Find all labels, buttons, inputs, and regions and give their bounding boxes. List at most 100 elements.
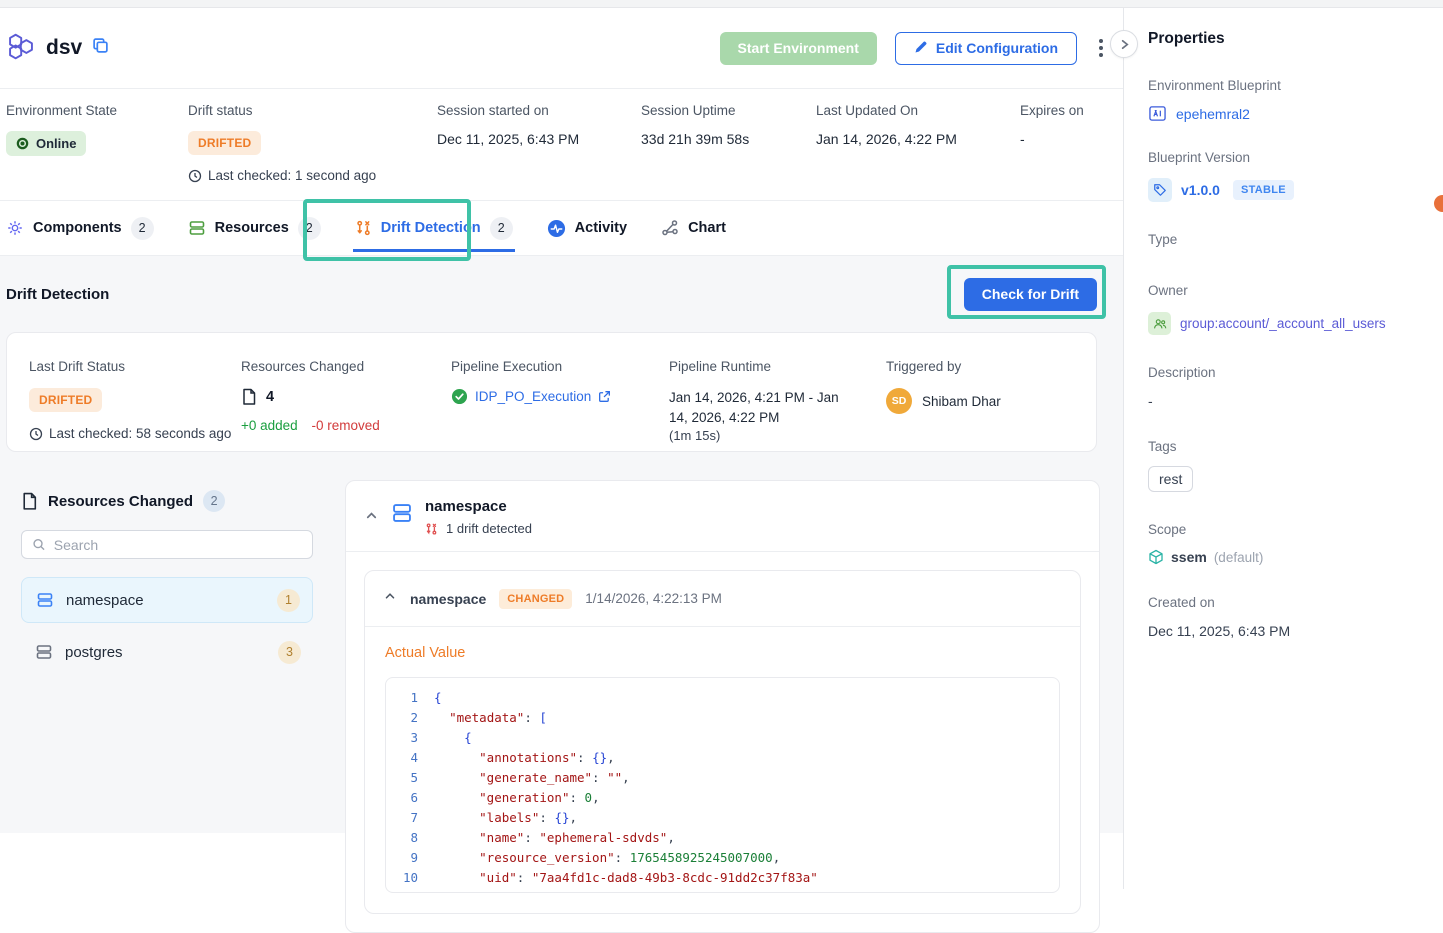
pipeline-runtime-duration: (1m 15s) [669,428,886,443]
pipeline-execution-link[interactable]: IDP_PO_Execution [475,389,591,404]
code-line: 8 "name": "ephemeral-sdvds", [386,828,1059,848]
blueprint-icon [1148,105,1167,122]
drift-event-name: namespace [410,591,486,607]
pipeline-runtime-label: Pipeline Runtime [669,359,886,374]
collapse-sidebar-button[interactable] [1110,30,1138,58]
blueprint-version-label: Blueprint Version [1148,150,1419,165]
description-label: Description [1148,365,1419,380]
more-options-menu-icon[interactable] [1095,35,1107,61]
list-item-postgres[interactable]: postgres 3 [21,629,313,675]
triggered-by-label: Triggered by [886,359,1001,374]
code-block[interactable]: 1{2 "metadata": [3 {4 "annotations": {},… [385,677,1060,893]
resources-removed: -0 removed [311,418,379,433]
chart-scatter-icon [661,219,679,237]
changed-badge: CHANGED [499,589,572,609]
tab-chart[interactable]: Chart [661,201,726,255]
drift-compare-icon [355,219,372,237]
environment-meta-row: Environment State Online Drift status DR… [0,89,1123,200]
online-status-badge: Online [6,131,86,156]
last-updated-label: Last Updated On [816,103,1020,118]
last-drift-status-label: Last Drift Status [29,359,241,374]
tab-activity[interactable]: Activity [547,201,627,255]
code-line: 4 "annotations": {}, [386,748,1059,768]
components-count-badge: 2 [131,217,154,240]
code-line: 9 "resource_version": 176545892524500700… [386,848,1059,868]
resources-changed-panel-badge: 2 [203,490,225,512]
code-lines: 1{2 "metadata": [3 {4 "annotations": {},… [386,688,1059,888]
resources-count-badge: 2 [298,217,321,240]
resource-detail-panel: namespace 1 drift detected [345,480,1100,933]
pencil-icon [914,40,928,57]
main-panel: dsv Start Environment Edit Con [0,0,1124,889]
environment-blueprint-label: Environment Blueprint [1148,78,1419,93]
owner-link[interactable]: group:account/_account_all_users [1180,316,1386,331]
avatar: SD [886,388,912,414]
search-input-wrap [21,530,313,559]
start-environment-button[interactable]: Start Environment [720,32,877,65]
copy-icon[interactable] [92,37,109,59]
tab-components[interactable]: Components 2 [6,201,154,255]
drift-status-card: Last Drift Status DRIFTED Last checked: … [6,332,1097,452]
drift-count-badge: 2 [490,217,513,240]
owner-label: Owner [1148,283,1419,298]
drift-event-timestamp: 1/14/2026, 4:22:13 PM [585,591,722,606]
type-label: Type [1148,232,1419,247]
drift-count-badge: 3 [278,641,301,664]
resources-changed-count: 4 [266,389,274,405]
expires-on-label: Expires on [1020,103,1084,118]
resources-added: +0 added [241,418,298,433]
env-state-label: Environment State [6,103,188,118]
code-line: 2 "metadata": [ [386,708,1059,728]
file-icon [241,388,257,406]
session-started-label: Session started on [437,103,641,118]
power-icon [16,137,29,150]
activity-pulse-icon [547,219,566,238]
server-stack-icon [391,502,413,529]
drift-last-checked: Last checked: 1 second ago [188,168,437,183]
divider [346,551,1099,552]
last-updated-value: Jan 14, 2026, 4:22 PM [816,131,1020,147]
search-icon [32,537,46,552]
gear-icon [6,219,24,237]
environment-header: dsv Start Environment Edit Con [0,0,1123,89]
tag-icon [1148,178,1172,202]
drift-event-card: namespace CHANGED 1/14/2026, 4:22:13 PM … [364,570,1081,914]
actual-value-label: Actual Value [385,645,1060,661]
group-icon [1148,312,1171,335]
edit-configuration-button[interactable]: Edit Configuration [895,32,1077,65]
cube-icon [1148,549,1164,565]
clock-icon [188,169,202,183]
search-input[interactable] [54,537,302,553]
check-for-drift-button[interactable]: Check for Drift [964,278,1097,311]
drifted-badge: DRIFTED [188,131,261,155]
resources-changed-label: Resources Changed [241,359,451,374]
last-drift-checked: Last checked: 58 seconds ago [29,426,241,441]
drift-count-badge: 1 [277,589,300,612]
scope-value: ssem [1171,549,1207,565]
pipeline-runtime-value: Jan 14, 2026, 4:21 PM - Jan 14, 2026, 4:… [669,388,854,428]
drift-status-label: Drift status [188,103,437,118]
code-line: 3 { [386,728,1059,748]
top-strip [0,0,1443,8]
tab-resources[interactable]: Resources 2 [188,201,321,255]
list-item-namespace[interactable]: namespace 1 [21,577,313,623]
server-stack-icon [36,591,54,609]
clock-icon [29,427,43,441]
scope-label: Scope [1148,522,1419,537]
description-value: - [1148,393,1419,409]
hexagon-logo-icon [6,31,36,66]
environment-blueprint-link[interactable]: epehemral2 [1176,106,1250,122]
session-uptime-label: Session Uptime [641,103,816,118]
tab-drift-detection[interactable]: Drift Detection 2 [355,201,513,255]
resources-changed-panel: Resources Changed 2 namespace [6,480,321,681]
stable-badge: STABLE [1233,180,1294,200]
triggered-by-value: Shibam Dhar [922,394,1001,409]
drift-compare-icon [425,522,438,536]
session-uptime-value: 33d 21h 39m 58s [641,131,816,147]
chevron-up-icon[interactable] [383,589,397,608]
last-drift-status-badge: DRIFTED [29,388,102,412]
chevron-up-icon[interactable] [364,508,379,528]
drift-section-title: Drift Detection [6,286,109,303]
blueprint-version-value[interactable]: v1.0.0 [1181,182,1220,198]
tags-label: Tags [1148,439,1419,454]
